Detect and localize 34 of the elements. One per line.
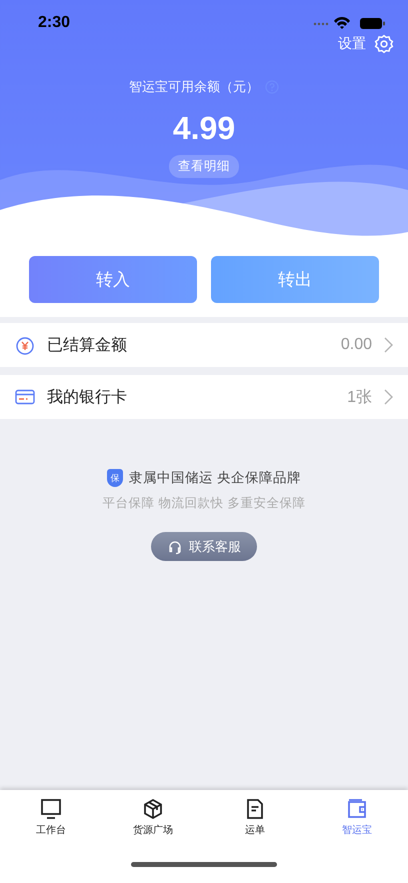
assurance-title: 隶属中国储运 央企保障品牌 xyxy=(128,469,302,487)
coin-icon xyxy=(15,335,35,355)
list-row[interactable]: 已结算金额 0.00 xyxy=(0,323,408,367)
transfer-out-button[interactable]: 转出 xyxy=(211,256,379,303)
transfer-in-button[interactable]: 转入 xyxy=(29,256,197,303)
document-icon xyxy=(244,798,266,820)
list-row[interactable]: 我的银行卡 1张 xyxy=(0,375,408,419)
row-value: 0.00 xyxy=(340,336,372,354)
settings-icon[interactable] xyxy=(374,34,394,54)
tab-item[interactable]: 运单 xyxy=(204,790,306,845)
box-icon xyxy=(142,798,164,820)
assurance-subtitle: 平台保障 物流回款快 多重安全保障 xyxy=(102,495,306,512)
battery-icon xyxy=(360,18,385,29)
wallet-icon xyxy=(346,798,368,820)
row-label: 我的银行卡 xyxy=(47,386,128,408)
balance-amount: 4.99 xyxy=(172,110,236,147)
tab-item[interactable]: 货源广场 xyxy=(102,790,204,845)
settings-label[interactable]: 设置 xyxy=(338,35,366,53)
row-label: 已结算金额 xyxy=(47,334,128,356)
balance-label: 智运宝可用余额（元） xyxy=(129,79,259,96)
headset-icon xyxy=(167,538,183,554)
monitor-icon xyxy=(40,798,62,820)
tab-item[interactable]: 智运宝 xyxy=(306,790,408,845)
signal-icon xyxy=(314,22,328,26)
contact-service-button[interactable]: 联系客服 xyxy=(151,532,257,561)
details-button[interactable]: 查看明细 xyxy=(169,155,239,178)
shield-badge: 保 xyxy=(106,469,123,487)
tab-item[interactable]: 工作台 xyxy=(0,790,102,845)
wifi-icon xyxy=(334,17,350,29)
row-value: 1张 xyxy=(347,388,372,408)
card-icon xyxy=(15,389,35,405)
status-time: 2:30 xyxy=(38,14,70,32)
chevron-icon xyxy=(384,337,393,353)
chevron-icon xyxy=(384,389,393,405)
